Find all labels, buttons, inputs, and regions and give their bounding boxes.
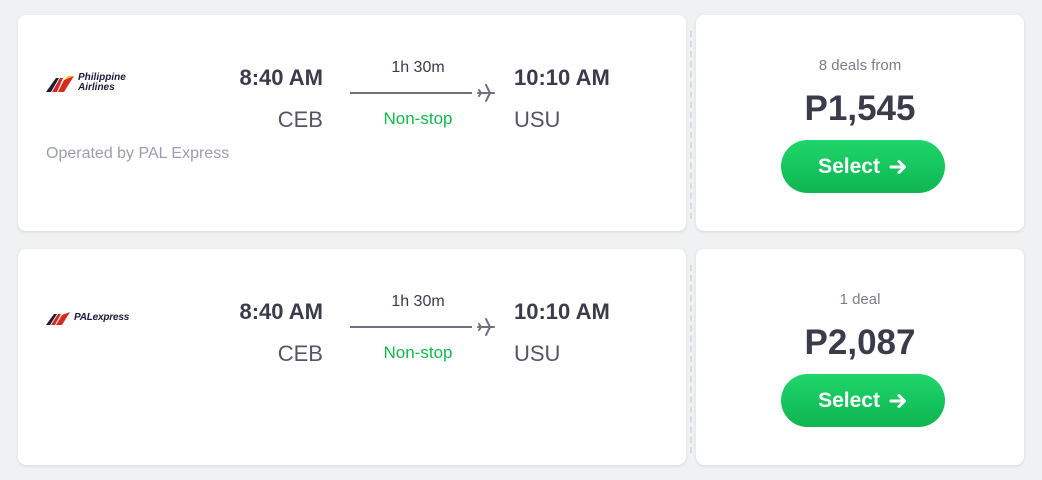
departure-airport-code: CEB (277, 341, 323, 366)
plane-icon (477, 84, 495, 102)
flight-duration: 1h 30m (391, 59, 445, 76)
ticket-perforation (690, 31, 692, 219)
price-panel: 1 deal P2,087 Select (696, 249, 1024, 465)
stops-label: Non-stop (383, 109, 453, 128)
pal-express-logo-icon (46, 312, 70, 325)
select-button[interactable]: Select (781, 140, 945, 193)
airline-logo: PALexpress (46, 306, 129, 330)
arrival-time: 10:10 AM (514, 299, 610, 324)
plane-icon (477, 318, 495, 336)
ticket-perforation (690, 265, 692, 453)
arrival-time: 10:10 AM (514, 65, 610, 90)
flight-details-panel[interactable]: Philippine Airlines 8:40 AM CEB 1h 30m N… (18, 15, 686, 231)
deals-count: 8 deals from (818, 57, 902, 74)
airline-logo: Philippine Airlines (46, 71, 138, 95)
select-button-label: Select (818, 154, 880, 178)
airline-name: PALexpress (74, 312, 130, 323)
operated-by-label: Operated by PAL Express (46, 145, 230, 162)
arrival-airport-code: USU (514, 107, 561, 132)
route-line (350, 92, 472, 94)
price-panel: 8 deals from P1,545 Select (696, 15, 1024, 231)
departure-time: 8:40 AM (239, 299, 323, 324)
arrow-right-icon (889, 159, 906, 174)
flight-result-card[interactable]: PALexpress 8:40 AM CEB 1h 30m Non-stop 1… (18, 249, 1024, 465)
price: P2,087 (804, 323, 916, 362)
arrival-airport-code: USU (514, 341, 561, 366)
select-button[interactable]: Select (781, 374, 945, 427)
arrow-right-icon (889, 393, 906, 408)
route-line (350, 326, 472, 328)
departure-airport-code: CEB (277, 107, 323, 132)
stops-label: Non-stop (383, 343, 453, 362)
flight-result-card[interactable]: Philippine Airlines 8:40 AM CEB 1h 30m N… (18, 15, 1024, 231)
philippine-airlines-logo-icon (46, 76, 74, 92)
price: P1,545 (804, 89, 916, 128)
airline-name: Philippine Airlines (78, 72, 126, 93)
select-button-label: Select (818, 388, 880, 412)
deals-count: 1 deal (839, 291, 881, 308)
flight-duration: 1h 30m (391, 293, 445, 310)
flight-details-panel[interactable]: PALexpress 8:40 AM CEB 1h 30m Non-stop 1… (18, 249, 686, 465)
departure-time: 8:40 AM (239, 65, 323, 90)
